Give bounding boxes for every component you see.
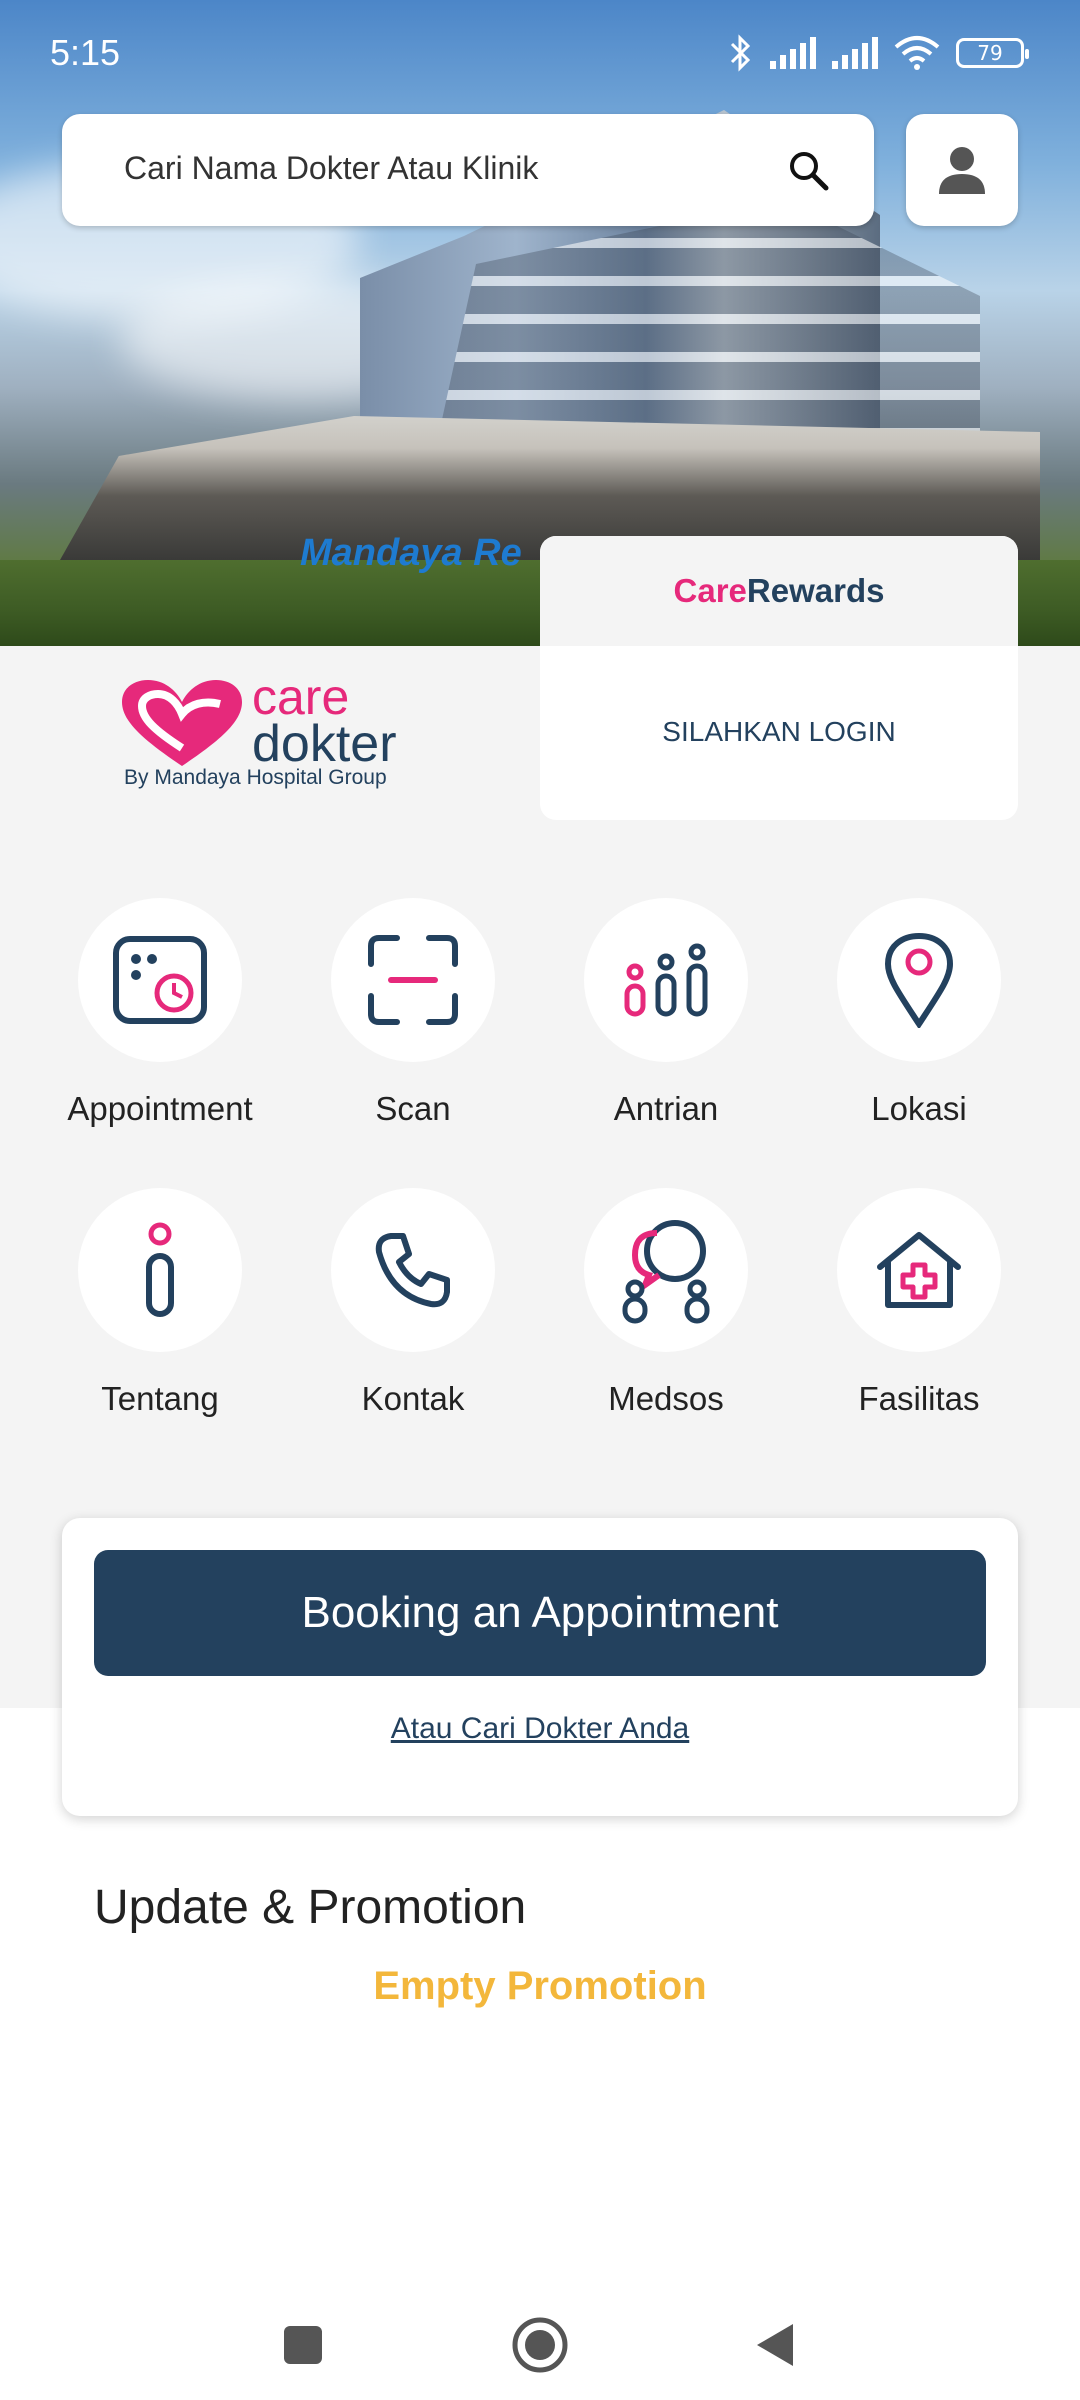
location-pin-icon (884, 932, 954, 1028)
search-placeholder: Cari Nama Dokter Atau Klinik (124, 150, 539, 186)
brand-dokter-text: dokter (252, 715, 397, 773)
wifi-icon (894, 36, 940, 70)
rewards-title-rewards: Rewards (746, 572, 885, 609)
menu-label: Fasilitas (858, 1380, 980, 1417)
menu-label: Appointment (67, 1090, 253, 1127)
calendar-clock-icon (113, 936, 207, 1024)
find-doctor-link[interactable]: Atau Cari Dokter Anda (62, 1712, 1018, 1746)
queue-icon (624, 943, 708, 1017)
rewards-title: Care Rewards (540, 536, 1018, 646)
menu-label: Kontak (361, 1380, 465, 1417)
login-prompt[interactable]: SILAHKAN LOGIN (540, 716, 1018, 748)
home-circle-icon (512, 2317, 568, 2373)
signal-icon-2 (832, 37, 878, 69)
recent-apps-button[interactable] (268, 2310, 338, 2380)
rewards-title-care: Care (673, 572, 747, 609)
home-button[interactable] (505, 2310, 575, 2380)
booking-appointment-button[interactable]: Booking an Appointment (94, 1550, 986, 1676)
promo-empty-text: Empty Promotion (373, 1964, 707, 2008)
profile-button[interactable] (906, 114, 1018, 226)
care-dokter-logo: care dokter By Mandaya Hospital Group (120, 668, 460, 798)
menu-label: Tentang (101, 1380, 219, 1417)
square-icon (284, 2326, 322, 2364)
search-icon[interactable] (786, 148, 830, 192)
back-button[interactable] (740, 2310, 810, 2380)
menu-appointment[interactable]: Appointment (45, 898, 275, 1128)
scan-icon (368, 935, 458, 1025)
menu-kontak[interactable]: Kontak (298, 1188, 528, 1418)
menu-fasilitas[interactable]: Fasilitas (804, 1188, 1034, 1418)
menu-label: Lokasi (871, 1090, 967, 1127)
promo-section-title: Update & Promotion (94, 1881, 527, 1934)
signal-icon-1 (770, 37, 816, 69)
heart-logo-icon (122, 680, 242, 766)
menu-medsos[interactable]: Medsos (551, 1188, 781, 1418)
hospital-house-icon (877, 1232, 961, 1308)
menu-label: Scan (375, 1090, 451, 1127)
menu-tentang[interactable]: Tentang (45, 1188, 275, 1418)
battery-icon: 79 (956, 38, 1029, 68)
system-nav-bar (0, 2280, 1080, 2400)
bluetooth-icon (730, 34, 751, 72)
menu-lokasi[interactable]: Lokasi (804, 898, 1034, 1128)
back-triangle-icon (757, 2324, 793, 2366)
user-icon (939, 147, 985, 194)
social-media-icon (622, 1220, 710, 1324)
menu-antrian[interactable]: Antrian (551, 898, 781, 1128)
menu-scan[interactable]: Scan (298, 898, 528, 1128)
status-time: 5:15 (50, 32, 121, 73)
menu-label: Antrian (613, 1090, 719, 1127)
hospital-sign-text: Mandaya Re (300, 532, 522, 574)
menu-label: Medsos (608, 1380, 724, 1417)
status-bar: 5:15 79 (0, 0, 1080, 110)
search-input[interactable]: Cari Nama Dokter Atau Klinik (62, 114, 874, 226)
info-icon (146, 1222, 174, 1317)
phone-icon (375, 1233, 450, 1308)
brand-subtitle: By Mandaya Hospital Group (124, 766, 387, 789)
care-rewards-card[interactable]: Care Rewards SILAHKAN LOGIN (540, 536, 1018, 820)
booking-card: Booking an Appointment Atau Cari Dokter … (62, 1518, 1018, 1816)
